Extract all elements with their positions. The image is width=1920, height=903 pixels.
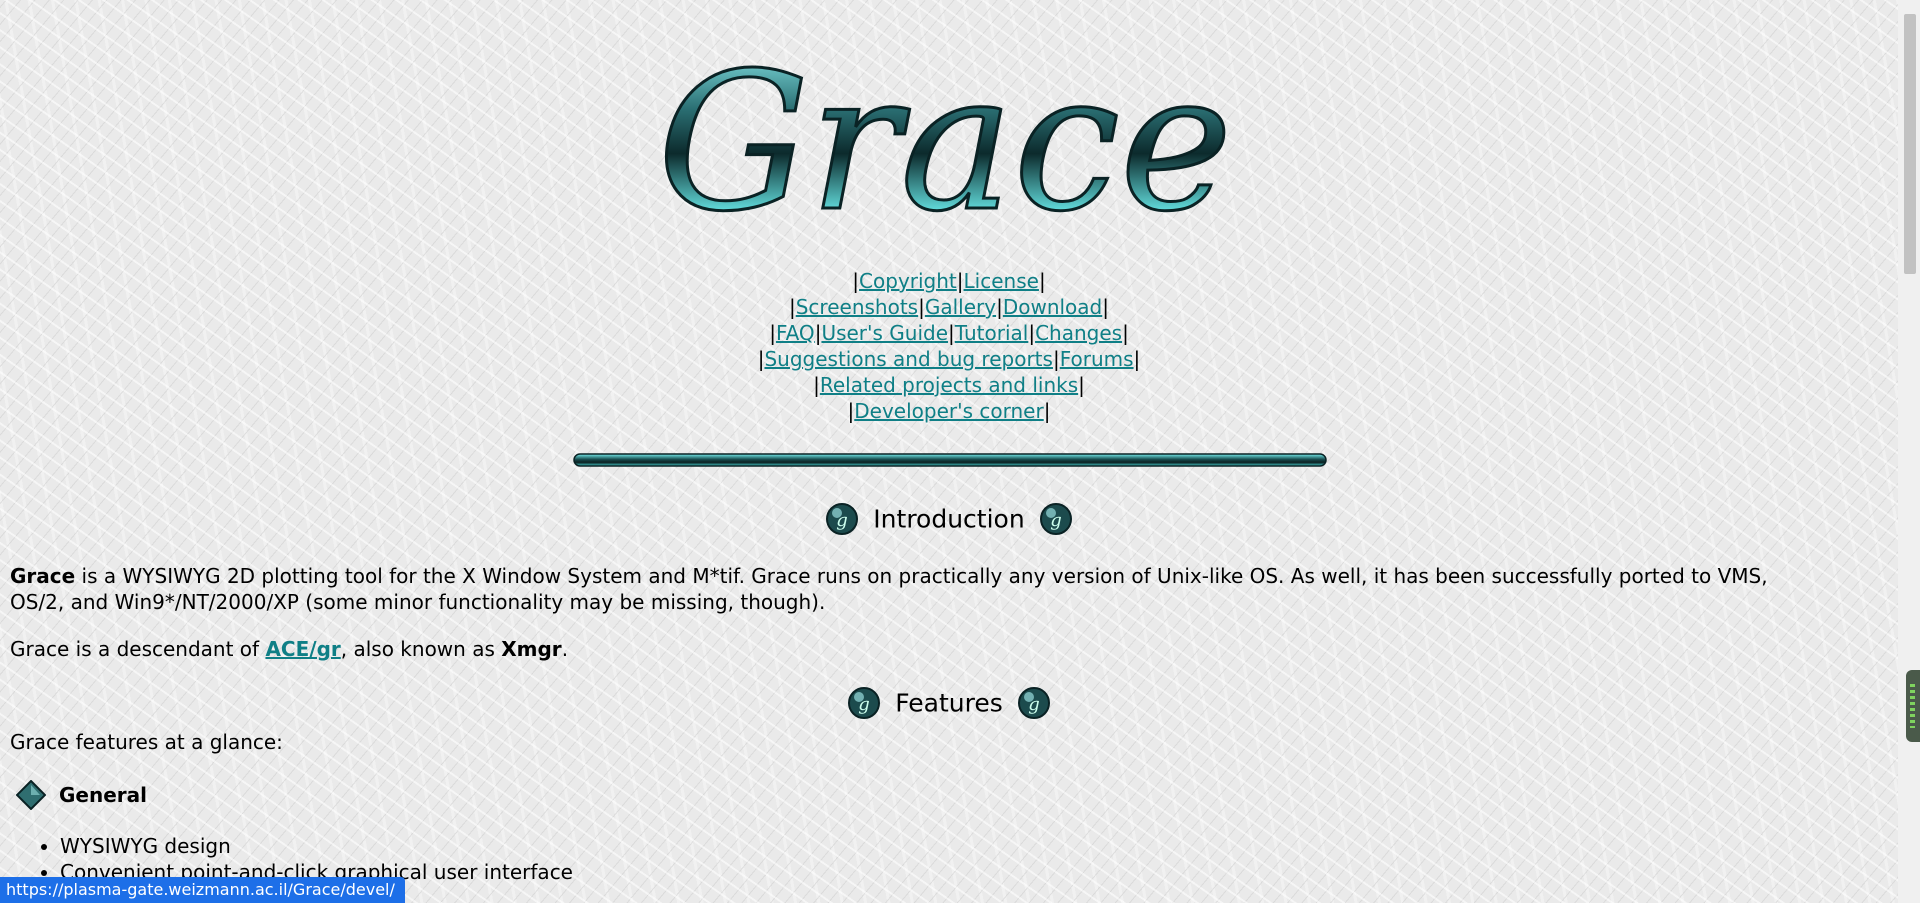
nav-row: |Screenshots|Gallery|Download|: [0, 294, 1898, 320]
svg-text:g: g: [859, 694, 871, 715]
descendant-prefix: Grace is a descendant of: [10, 637, 266, 661]
nav-separator: |: [813, 373, 820, 397]
svg-text:g: g: [1028, 694, 1040, 715]
ball-icon: g: [826, 503, 859, 535]
general-heading: General: [16, 780, 147, 810]
ace-gr-link[interactable]: ACE/gr: [265, 637, 340, 661]
nav-separator: |: [788, 295, 796, 319]
scrollbar-thumb[interactable]: [1904, 14, 1916, 274]
nav-link-changes[interactable]: Changes: [1035, 321, 1122, 345]
nav-link-gallery[interactable]: Gallery: [925, 295, 996, 319]
nav-separator: |: [769, 321, 776, 345]
decorative-rule: [573, 453, 1327, 467]
nav-separator: |: [1133, 347, 1141, 371]
nav-link-developer-s-corner[interactable]: Developer's corner: [854, 399, 1043, 423]
nav-separator: |: [1052, 347, 1060, 371]
nav-link-related-projects-and-links[interactable]: Related projects and links: [820, 373, 1078, 397]
nav-separator: |: [918, 295, 925, 319]
nav-link-suggestions-and-bug-reports[interactable]: Suggestions and bug reports: [764, 347, 1053, 371]
nav-link-user-s-guide[interactable]: User's Guide: [821, 321, 948, 345]
diamond-icon: [16, 780, 46, 810]
descendant-paragraph: Grace is a descendant of ACE/gr, also kn…: [10, 636, 1810, 662]
nav-link-faq[interactable]: FAQ: [776, 321, 815, 345]
descendant-middle: , also known as: [340, 637, 502, 661]
grace-name: Grace: [10, 564, 76, 588]
nav-link-download[interactable]: Download: [1003, 295, 1102, 319]
nav-link-screenshots[interactable]: Screenshots: [796, 295, 918, 319]
status-url: https://plasma-gate.weizmann.ac.il/Grace…: [0, 877, 405, 903]
page: Grace |Copyright|License| |Screenshots|Ga…: [0, 0, 1898, 903]
nav-row: |FAQ|User's Guide|Tutorial|Changes|: [0, 320, 1898, 346]
nav-link-tutorial[interactable]: Tutorial: [955, 321, 1029, 345]
intro-paragraph: Grace is a WYSIWYG 2D plotting tool for …: [10, 563, 1810, 615]
nav-link-copyright[interactable]: Copyright: [859, 269, 957, 293]
features-title: Features: [895, 688, 1003, 718]
feature-item: WYSIWYG design: [60, 833, 573, 859]
grace-logo: Grace: [660, 31, 1230, 241]
nav-row: |Related projects and links|: [0, 372, 1898, 398]
nav-separator: |: [996, 295, 1003, 319]
logo-text: Grace: [660, 32, 1230, 240]
nav-separator: |: [1078, 373, 1085, 397]
introduction-title: Introduction: [873, 504, 1025, 534]
features-intro: Grace features at a glance:: [10, 730, 283, 754]
nav-separator: |: [1038, 269, 1046, 293]
nav-row: |Copyright|License|: [0, 268, 1898, 294]
main-nav: |Copyright|License| |Screenshots|Gallery|…: [0, 268, 1898, 424]
intro-text: is a WYSIWYG 2D plotting tool for the X …: [10, 564, 1768, 614]
nav-row: |Suggestions and bug reports|Forums|: [0, 346, 1898, 372]
nav-separator: |: [948, 321, 955, 345]
nav-separator: |: [1043, 399, 1051, 423]
xmgr-name: Xmgr: [501, 637, 562, 661]
side-widget[interactable]: [1906, 670, 1920, 742]
svg-text:g: g: [1050, 510, 1062, 531]
nav-separator: |: [956, 269, 964, 293]
ball-icon: g: [1017, 687, 1050, 719]
svg-text:g: g: [837, 510, 849, 531]
nav-link-forums[interactable]: Forums: [1060, 347, 1134, 371]
general-title: General: [58, 783, 147, 807]
nav-separator: |: [1102, 295, 1109, 319]
introduction-heading: g Introduction g: [0, 502, 1898, 536]
vertical-scrollbar[interactable]: [1898, 0, 1920, 903]
nav-row: |Developer's corner|: [0, 398, 1898, 424]
nav-separator: |: [1122, 321, 1129, 345]
nav-link-license[interactable]: License: [964, 269, 1039, 293]
ball-icon: g: [1039, 503, 1072, 535]
ball-icon: g: [848, 687, 881, 719]
features-heading: g Features g: [0, 686, 1898, 720]
descendant-suffix: .: [561, 637, 569, 661]
